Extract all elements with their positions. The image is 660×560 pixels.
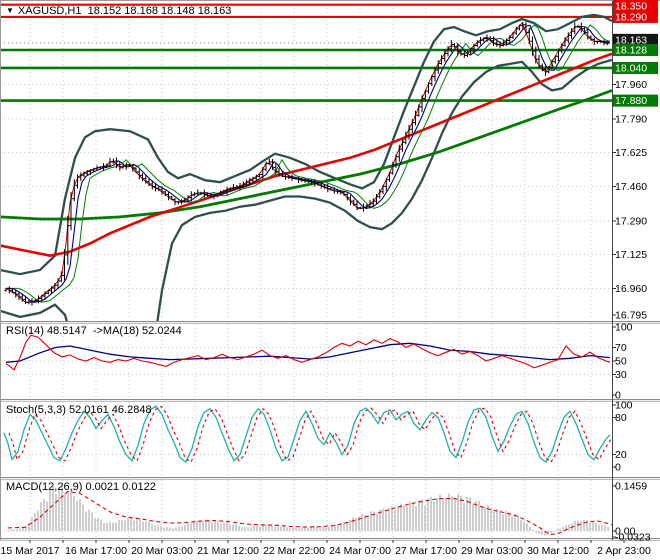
time-axis-label: 2 Apr 23:00	[597, 545, 651, 557]
chart-canvas[interactable]: 17.960 17.790 17.625 17.460 17.290 17.125 16.9…	[0, 0, 660, 560]
price-axis-label: 100	[615, 400, 633, 412]
time-axis: 15 Mar 2017 16 Mar 17:00 20 Mar 03:00 21 Ma…	[1, 540, 651, 557]
trading-chart-window: 17.960 17.790 17.625 17.460 17.290 17.125 16.9…	[0, 0, 660, 560]
price-axis: 17.960 17.790 17.625 17.460 17.290 17.125 16.9…	[612, 0, 658, 544]
chart-title-bar: ▼ XAGUSD,H1 18.152 18.168 18.148 18.163	[6, 5, 231, 17]
rsi-ma-line	[5, 342, 611, 363]
price-axis-label: 17.880	[615, 95, 647, 107]
panel-separators	[0, 0, 660, 541]
price-axis-label: 18.290	[615, 11, 647, 23]
time-axis-label: 30 Mar 12:00	[527, 545, 589, 557]
price-axis-label: 0	[615, 462, 621, 474]
price-axis-label: 0.1459	[615, 481, 647, 493]
price-axis-label: 18.040	[615, 62, 647, 74]
price-axis-label: 18.128	[615, 45, 647, 57]
main-panel	[0, 0, 612, 321]
symbol-ohlc-title: XAGUSD,H1 18.152 18.168 18.148 18.163	[17, 5, 232, 17]
price-axis-label: 30	[615, 369, 627, 381]
time-axis-label: 21 Mar 12:00	[197, 545, 259, 557]
price-axis-label: 16.960	[615, 283, 647, 295]
price-axis-label: -0.0323	[615, 532, 651, 544]
macd-indicator-label: MACD(12,26,9) 0.0021 0.0122	[6, 481, 156, 493]
price-axis-label: 20	[615, 449, 627, 461]
price-axis-label: 50	[615, 355, 627, 367]
time-axis-label: 29 Mar 03:00	[461, 545, 523, 557]
price-axis-label: 17.790	[615, 113, 647, 125]
rsi-indicator-label: RSI(14) 48.5147 ->MA(18) 52.0244	[6, 325, 182, 337]
time-axis-label: 24 Mar 07:00	[329, 545, 391, 557]
price-axis-label: 17.960	[615, 79, 647, 91]
stoch-indicator-label: Stoch(5,3,3) 52.0161 46.2848	[6, 404, 152, 416]
price-axis-label: 17.125	[615, 249, 647, 261]
slow-ma-line	[0, 89, 612, 221]
thin-ma-red-line	[5, 22, 611, 304]
price-axis-label: 17.625	[615, 147, 647, 159]
price-axis-label: 100	[615, 321, 633, 333]
dropdown-arrow-icon[interactable]: ▼	[6, 7, 14, 15]
price-axis-label: 17.460	[615, 181, 647, 193]
time-axis-label: 22 Mar 22:00	[263, 545, 325, 557]
rsi-line	[5, 334, 611, 371]
macd-histogram	[7, 485, 609, 536]
time-axis-label: 20 Mar 03:00	[131, 545, 193, 557]
time-axis-label: 27 Mar 17:00	[395, 545, 457, 557]
price-axis-label: 80	[615, 412, 627, 424]
price-axis-label: 17.290	[615, 216, 647, 228]
bollinger-upper-line	[0, 13, 612, 276]
price-axis-label: 70	[615, 342, 627, 354]
price-axis-label: 16.795	[615, 310, 647, 322]
time-axis-label: 15 Mar 2017	[1, 545, 60, 557]
time-axis-label: 16 Mar 17:00	[65, 545, 127, 557]
